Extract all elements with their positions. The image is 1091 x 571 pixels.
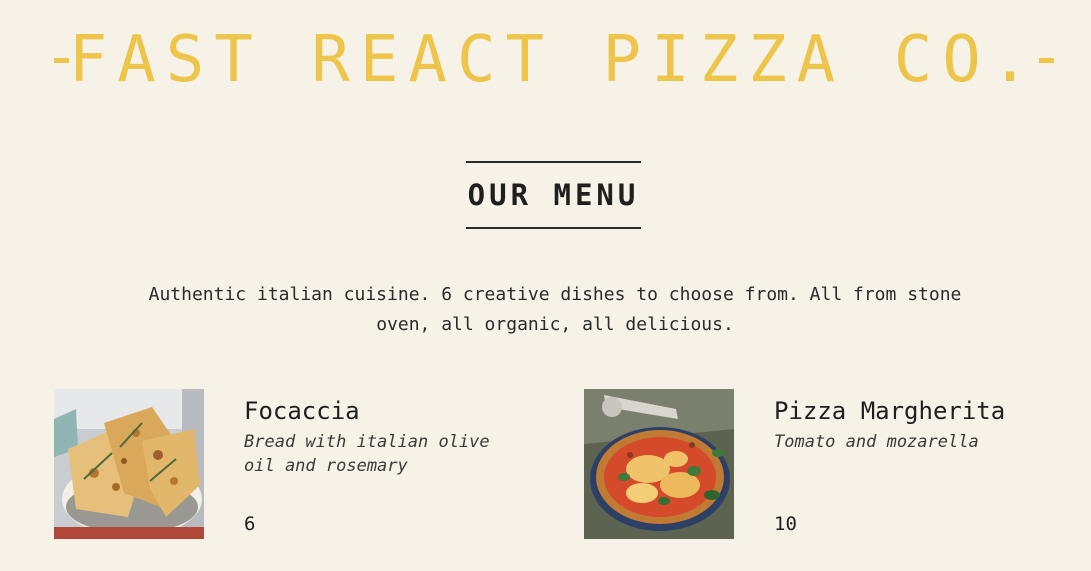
pizza-price: 6 (244, 513, 256, 535)
brand-title: FAST REACT PIZZA CO. (68, 23, 1040, 97)
pizza-price: 10 (774, 513, 797, 535)
menu-intro: Authentic italian cuisine. 6 creative di… (148, 284, 962, 335)
site-header: FAST REACT PIZZA CO. (54, 22, 1054, 98)
pizza-name: Focaccia (244, 397, 360, 425)
pizza-ingredients: Bread with italian olive oil and rosemar… (244, 432, 490, 476)
menu-heading: OUR MENU (466, 161, 641, 229)
pizza-info: Pizza Margherita Tomato and mozarella 10 (774, 389, 1054, 539)
pizza-info: Focaccia Bread with italian olive oil an… (244, 389, 524, 539)
header-line-right (1039, 57, 1054, 63)
pizza-item-margherita: Pizza Margherita Tomato and mozarella 10 (584, 389, 1054, 539)
focaccia-photo (54, 389, 204, 539)
pizza-margherita-photo (584, 389, 734, 539)
header-line-left (54, 57, 69, 63)
pizza-ingredients: Tomato and mozarella (774, 432, 979, 452)
pizza-item-focaccia: Focaccia Bread with italian olive oil an… (54, 389, 524, 539)
pizza-name: Pizza Margherita (774, 397, 1006, 425)
